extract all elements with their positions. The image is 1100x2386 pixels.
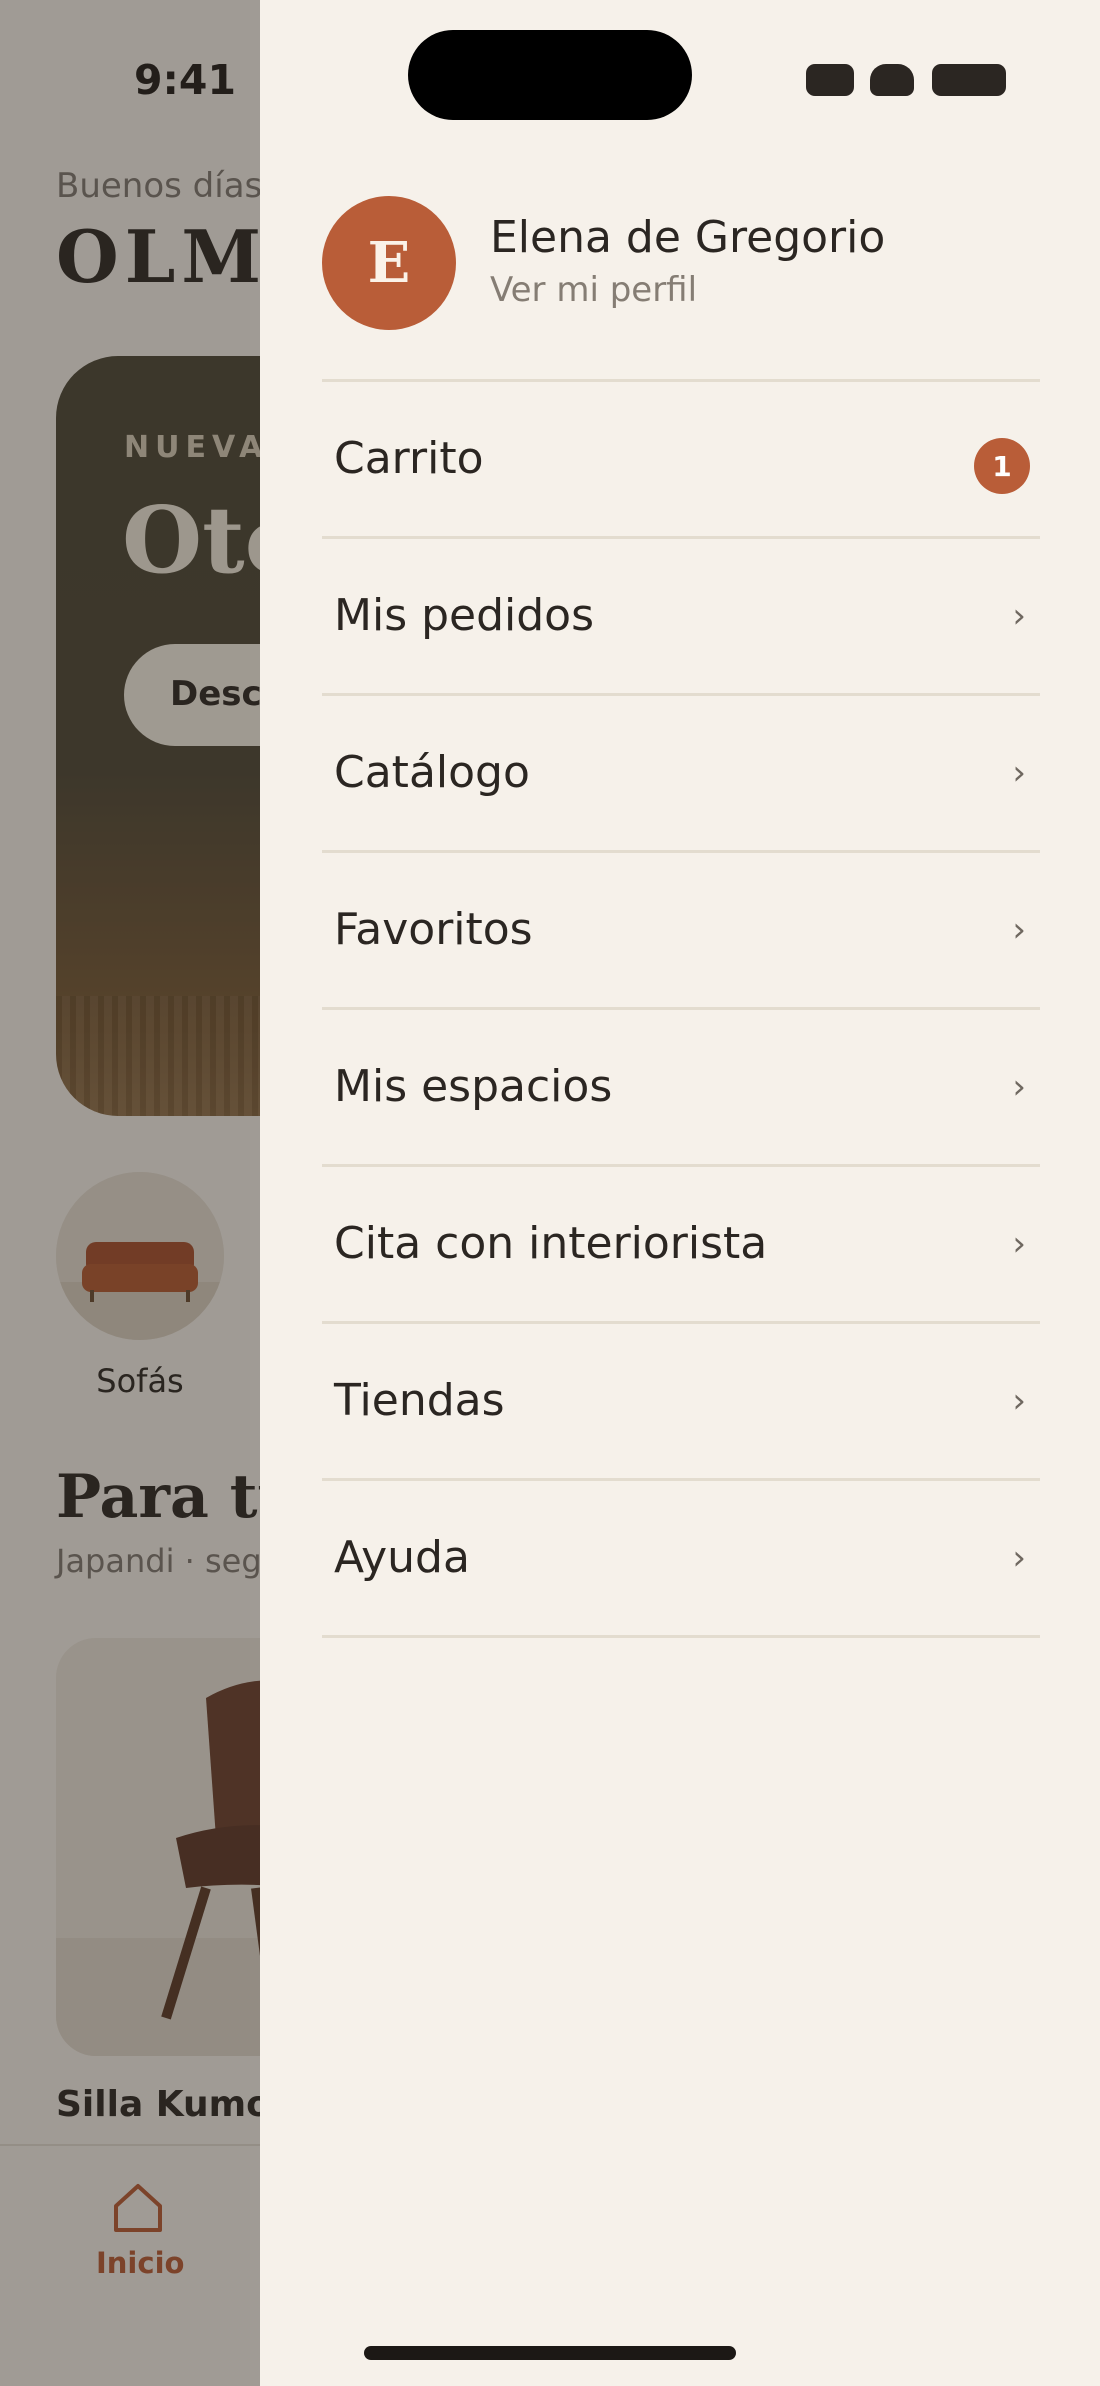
menu-item-label: Mis espacios (334, 1061, 613, 1112)
dynamic-island (408, 30, 692, 120)
chevron-right-icon: › (1012, 1067, 1026, 1107)
drawer-menu: Carrito 1 Mis pedidos › Catálogo › Favor… (322, 382, 1040, 1638)
chevron-right-icon: › (1012, 1224, 1026, 1264)
battery-icon (932, 64, 1006, 96)
menu-item-label: Cita con interiorista (334, 1218, 768, 1269)
chevron-right-icon: › (1012, 1381, 1026, 1421)
cart-count-badge: 1 (974, 438, 1030, 494)
view-profile-link[interactable]: Ver mi perfil (490, 270, 697, 310)
menu-item-label: Carrito (334, 433, 484, 484)
menu-item-favoritos[interactable]: Favoritos › (322, 853, 1040, 1010)
menu-item-carrito[interactable]: Carrito 1 (322, 382, 1040, 539)
profile-name: Elena de Gregorio (490, 212, 886, 263)
chevron-right-icon: › (1012, 1538, 1026, 1578)
menu-item-label: Mis pedidos (334, 590, 595, 641)
menu-item-catalogo[interactable]: Catálogo › (322, 696, 1040, 853)
menu-item-tiendas[interactable]: Tiendas › (322, 1324, 1040, 1481)
menu-item-label: Ayuda (334, 1532, 470, 1583)
chevron-right-icon: › (1012, 596, 1026, 636)
side-drawer: E Elena de Gregorio Ver mi perfil Carrit… (260, 0, 1100, 2386)
chevron-right-icon: › (1012, 910, 1026, 950)
wifi-icon (870, 64, 914, 96)
profile-header[interactable]: E Elena de Gregorio Ver mi perfil (322, 196, 1042, 332)
menu-item-label: Tiendas (334, 1375, 505, 1426)
menu-item-label: Favoritos (334, 904, 533, 955)
avatar: E (322, 196, 456, 330)
signal-icon (806, 64, 854, 96)
menu-item-ayuda[interactable]: Ayuda › (322, 1481, 1040, 1638)
menu-item-mis-espacios[interactable]: Mis espacios › (322, 1010, 1040, 1167)
menu-item-cita-interiorista[interactable]: Cita con interiorista › (322, 1167, 1040, 1324)
menu-item-mis-pedidos[interactable]: Mis pedidos › (322, 539, 1040, 696)
menu-item-label: Catálogo (334, 747, 530, 798)
chevron-right-icon: › (1012, 753, 1026, 793)
home-indicator[interactable] (364, 2346, 736, 2360)
